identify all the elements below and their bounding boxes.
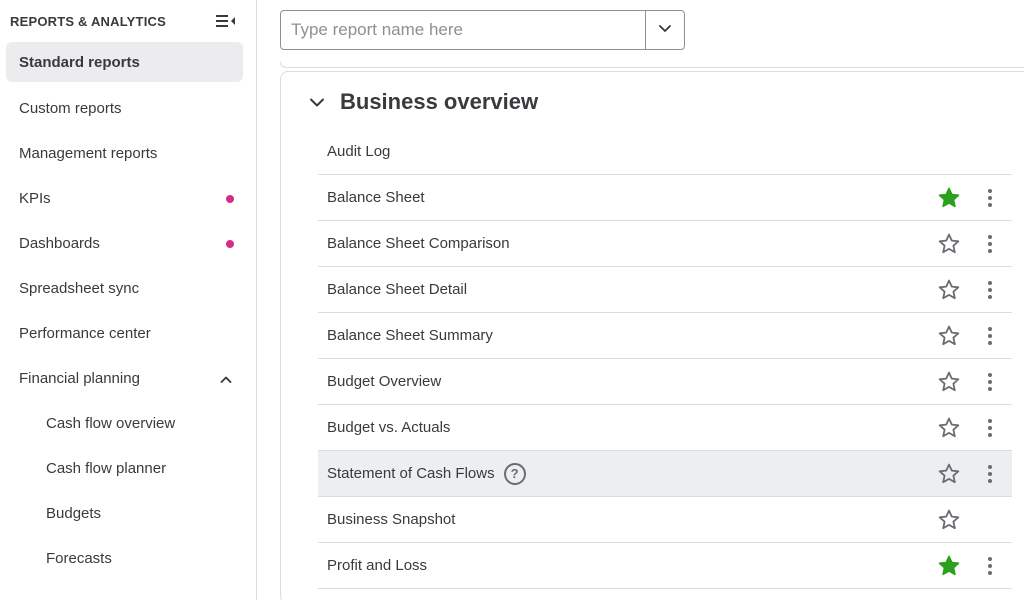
kebab-menu-icon[interactable]: [985, 233, 995, 255]
star-icon[interactable]: [938, 371, 960, 393]
star-icon[interactable]: [938, 233, 960, 255]
sidebar-item-label: KPIs: [19, 190, 51, 207]
search-dropdown-button[interactable]: [645, 11, 684, 49]
sidebar-nav: Standard reports Custom reports Manageme…: [0, 42, 256, 581]
chevron-down-icon: [657, 20, 673, 41]
sidebar-item-label: Financial planning: [19, 370, 140, 387]
kebab-menu-icon[interactable]: [985, 371, 995, 393]
sidebar-header: REPORTS & ANALYTICS: [0, 0, 256, 42]
star-icon[interactable]: [938, 555, 960, 577]
kebab-menu-icon[interactable]: [985, 279, 995, 301]
sidebar-item-label: Forecasts: [46, 550, 112, 567]
chevron-up-icon[interactable]: [220, 373, 232, 390]
star-icon[interactable]: [938, 279, 960, 301]
star-icon[interactable]: [938, 417, 960, 439]
sidebar-title: REPORTS & ANALYTICS: [10, 13, 166, 29]
sidebar-item-label: Spreadsheet sync: [19, 280, 140, 297]
report-link[interactable]: Profit and Loss: [327, 557, 427, 574]
sidebar-item-label: Custom reports: [19, 100, 122, 117]
sidebar-item-label: Standard reports: [19, 53, 140, 71]
sidebar-item-label: Cash flow planner: [46, 460, 167, 477]
report-list: Audit Log Balance Sheet Balance Sheet Co…: [318, 129, 1012, 589]
report-link[interactable]: Balance Sheet Detail: [327, 281, 467, 298]
kebab-menu-icon[interactable]: [985, 417, 995, 439]
sidebar-item-kpis[interactable]: KPIs: [0, 176, 256, 221]
help-circle-icon[interactable]: ?: [503, 462, 526, 485]
sidebar-item-cash-flow-planner[interactable]: Cash flow planner: [0, 446, 256, 491]
sidebar-item-financial-planning[interactable]: Financial planning: [0, 356, 256, 401]
report-row: Balance Sheet: [318, 175, 1012, 221]
report-row: Budget vs. Actuals: [318, 405, 1012, 451]
report-row: Profit and Loss: [318, 543, 1012, 589]
report-row: Balance Sheet Detail: [318, 267, 1012, 313]
star-icon[interactable]: [938, 463, 960, 485]
report-link[interactable]: Balance Sheet Summary: [327, 327, 493, 344]
report-link[interactable]: Business Snapshot: [327, 511, 455, 528]
sidebar-item-label: Dashboards: [19, 235, 100, 252]
business-overview-section: Business overview Audit Log Balance Shee…: [280, 71, 1024, 600]
report-link[interactable]: Statement of Cash Flows: [327, 465, 495, 482]
report-row: Balance Sheet Comparison: [318, 221, 1012, 267]
sidebar-item-management-reports[interactable]: Management reports: [0, 131, 256, 176]
report-link[interactable]: Budget vs. Actuals: [327, 419, 450, 436]
star-icon[interactable]: [938, 509, 960, 531]
star-icon[interactable]: [938, 187, 960, 209]
sidebar-item-standard-reports[interactable]: Standard reports: [6, 42, 243, 82]
sidebar-item-performance-center[interactable]: Performance center: [0, 311, 256, 356]
report-row: Budget Overview: [318, 359, 1012, 405]
report-link[interactable]: Balance Sheet: [327, 189, 425, 206]
chevron-down-icon: [308, 93, 326, 111]
collapse-menu-icon[interactable]: [216, 13, 236, 29]
report-row-hovered: Statement of Cash Flows ?: [318, 451, 1012, 497]
sidebar-item-budgets[interactable]: Budgets: [0, 491, 256, 536]
report-row: Audit Log: [318, 129, 1012, 175]
section-toggle[interactable]: Business overview: [308, 89, 538, 115]
report-link[interactable]: Budget Overview: [327, 373, 441, 390]
kebab-menu-icon[interactable]: [985, 325, 995, 347]
sidebar-item-label: Cash flow overview: [46, 415, 176, 432]
kebab-menu-icon[interactable]: [985, 187, 995, 209]
sidebar: REPORTS & ANALYTICS Standard reports Cus…: [0, 0, 257, 600]
sidebar-item-label: Budgets: [46, 505, 102, 522]
kebab-menu-icon[interactable]: [985, 555, 995, 577]
sidebar-item-cash-flow-overview[interactable]: Cash flow overview: [0, 401, 256, 446]
notification-dot: [226, 194, 234, 203]
report-link[interactable]: Audit Log: [327, 143, 390, 160]
sidebar-item-label: Performance center: [19, 325, 151, 342]
previous-section-edge: [280, 62, 1024, 68]
star-icon[interactable]: [938, 325, 960, 347]
sidebar-item-spreadsheet-sync[interactable]: Spreadsheet sync: [0, 266, 256, 311]
sidebar-item-label: Management reports: [19, 145, 158, 162]
report-row: Business Snapshot: [318, 497, 1012, 543]
sidebar-item-custom-reports[interactable]: Custom reports: [0, 86, 256, 131]
sidebar-item-dashboards[interactable]: Dashboards: [0, 221, 256, 266]
notification-dot: [226, 239, 234, 248]
main-content: Business overview Audit Log Balance Shee…: [257, 0, 1024, 600]
report-row: Balance Sheet Summary: [318, 313, 1012, 359]
section-title: Business overview: [340, 89, 539, 114]
report-link[interactable]: Balance Sheet Comparison: [327, 235, 510, 252]
report-search-combobox: [280, 10, 685, 50]
report-search-input[interactable]: [281, 11, 645, 49]
kebab-menu-icon[interactable]: [985, 463, 995, 485]
sidebar-item-forecasts[interactable]: Forecasts: [0, 536, 256, 581]
